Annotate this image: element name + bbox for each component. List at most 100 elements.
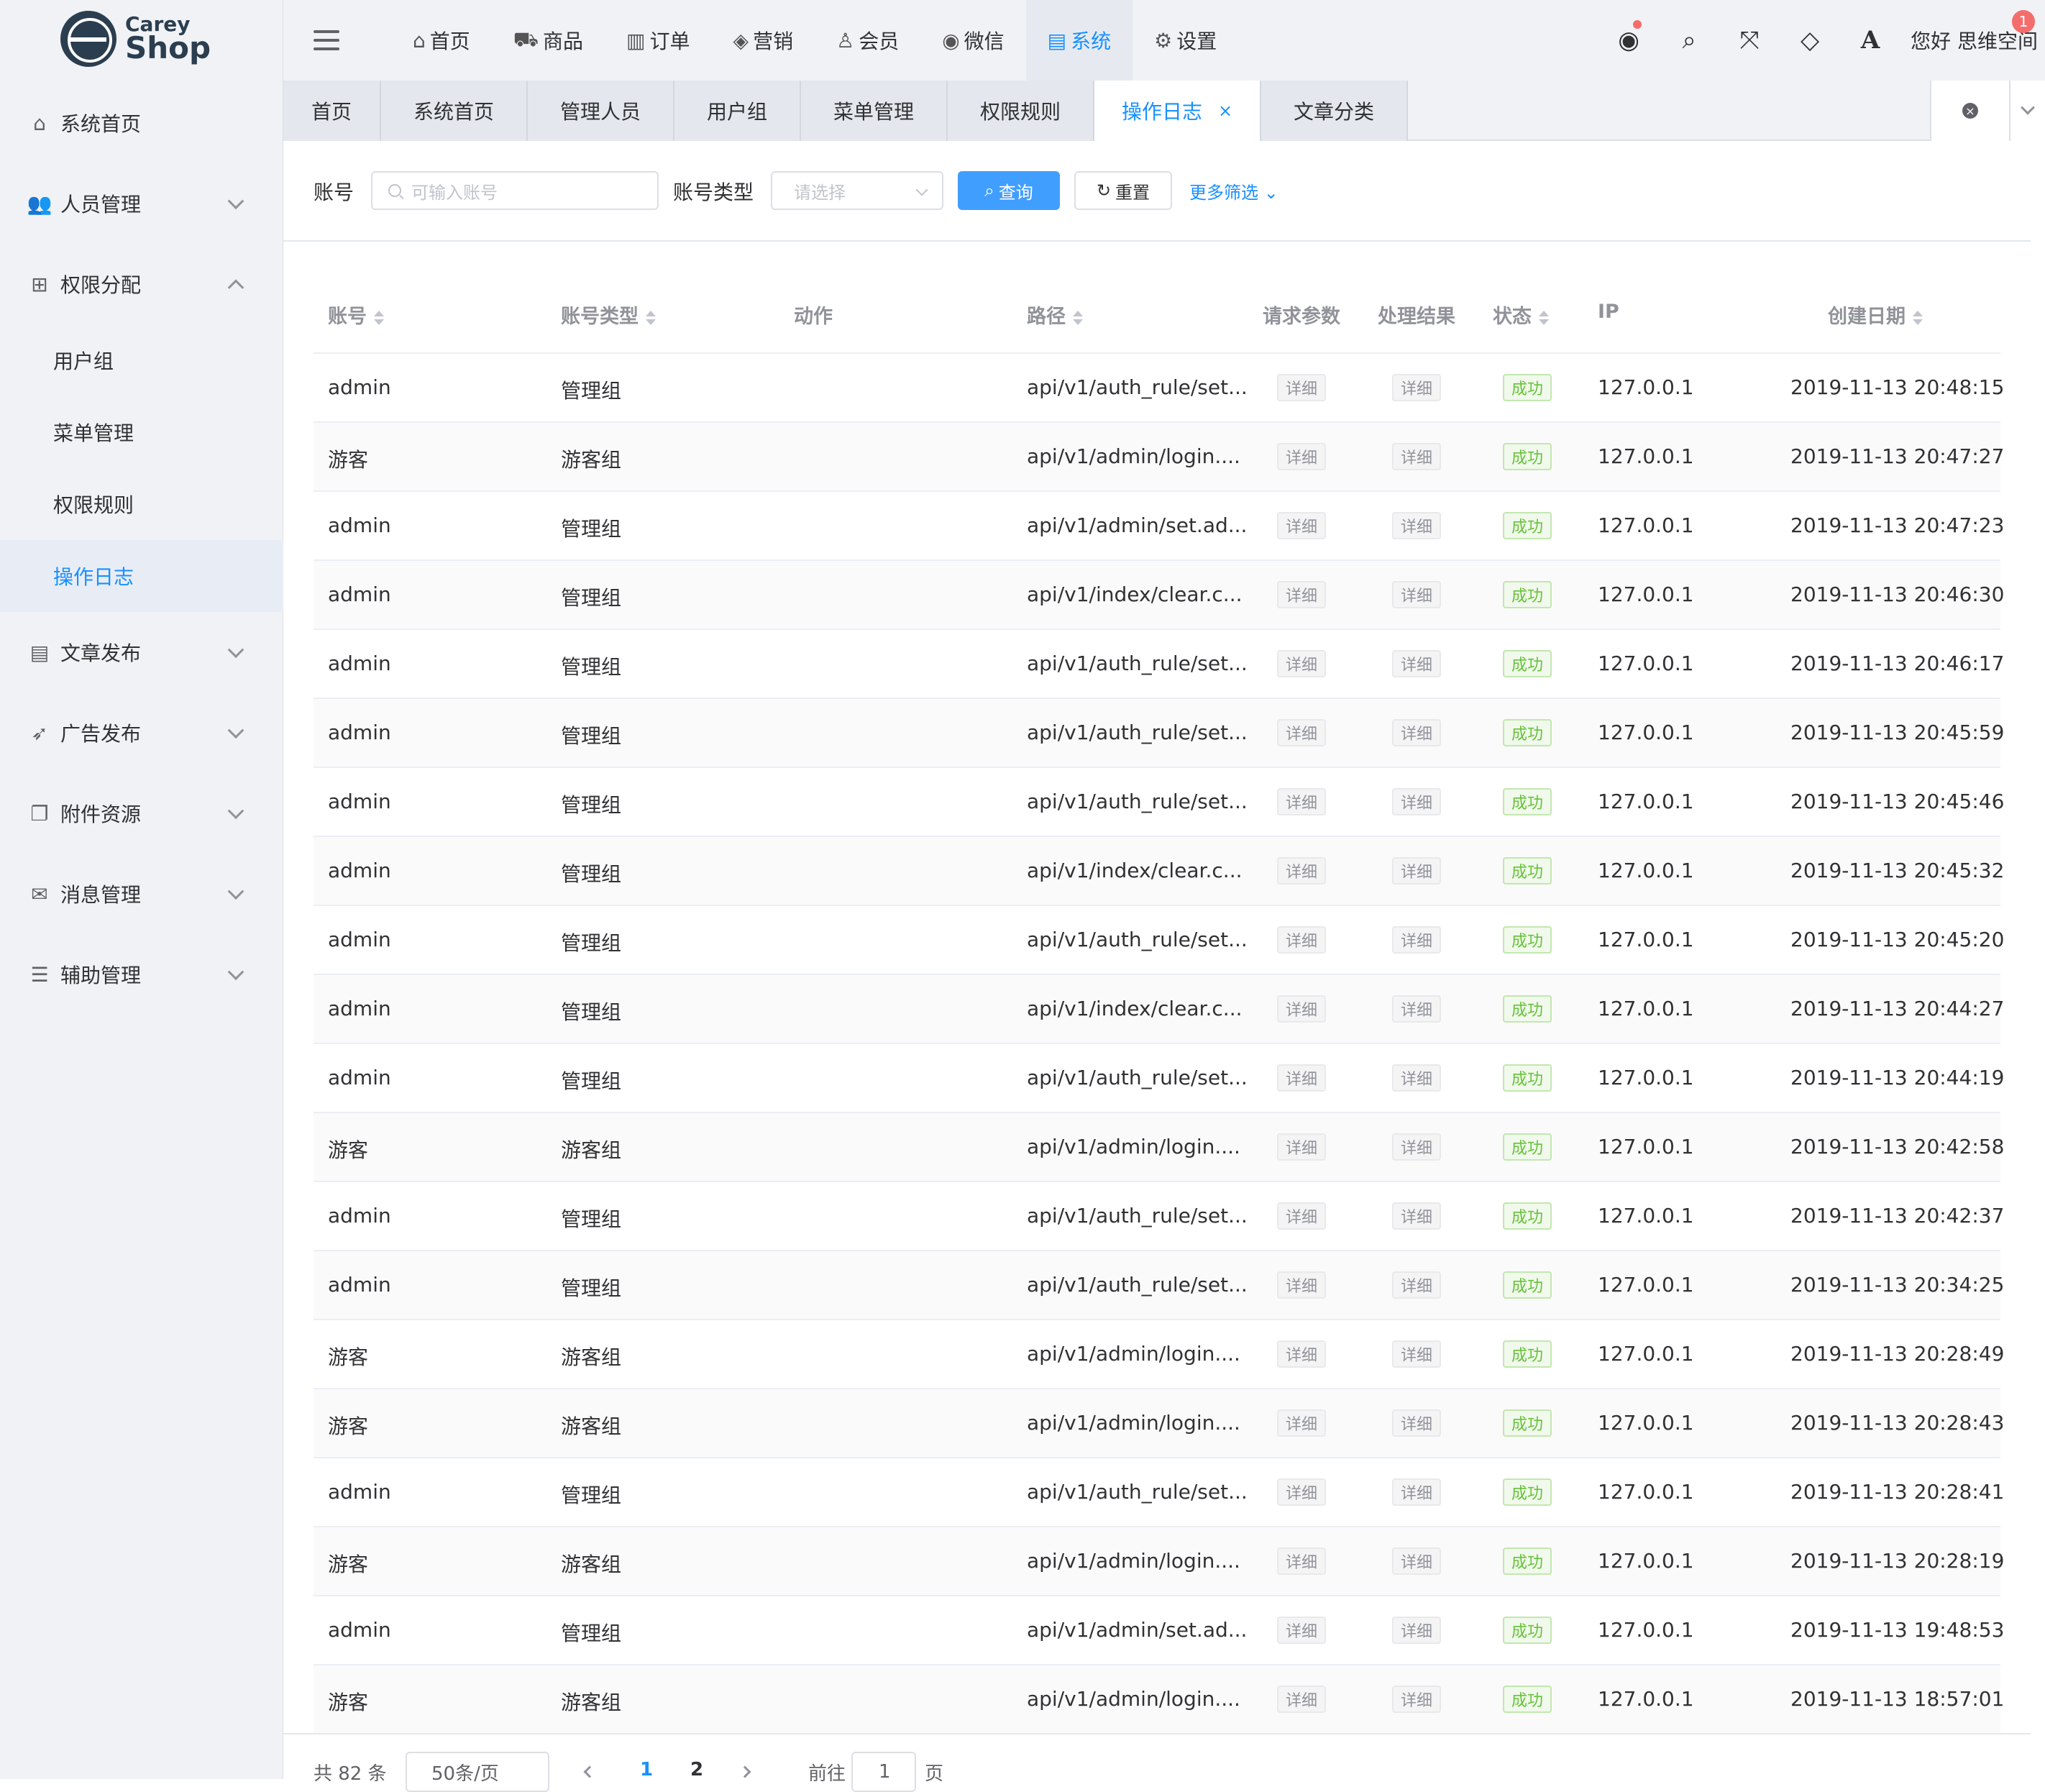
sidebar-item-permissions[interactable]: ⊞ 权限分配 [0,244,283,324]
result-detail-tag[interactable]: 详细 [1392,857,1442,884]
result-detail-tag[interactable]: 详细 [1392,1133,1442,1161]
sidebar-item-ads[interactable]: ➶ 广告发布 [0,692,283,773]
nav-settings[interactable]: ⚙ 设置 [1133,0,1238,81]
sidebar-item-articles[interactable]: ▤ 文章发布 [0,612,283,692]
tab-menu-management[interactable]: 菜单管理 [801,81,948,141]
result-detail-tag[interactable]: 详细 [1392,1548,1442,1575]
result-detail-tag[interactable]: 详细 [1392,1617,1442,1644]
result-detail-tag[interactable]: 详细 [1392,1478,1442,1506]
account-type-select[interactable]: 请选择 [771,171,943,210]
request-params-detail-tag[interactable]: 详细 [1277,581,1327,608]
sidebar-item-home[interactable]: ⌂ 系统首页 [0,83,283,163]
result-detail-tag[interactable]: 详细 [1392,1064,1442,1092]
request-params-detail-tag[interactable]: 详细 [1277,512,1327,539]
result-detail-tag[interactable]: 详细 [1392,1271,1442,1299]
request-params-detail-tag[interactable]: 详细 [1277,926,1327,954]
close-icon[interactable]: × [1218,101,1232,121]
column-header-created-date[interactable]: 创建日期 [1828,301,1923,329]
tab-system-home[interactable]: 系统首页 [381,81,528,141]
diamond-icon[interactable]: ◇ [1780,0,1840,81]
request-params-detail-tag[interactable]: 详细 [1277,1617,1327,1644]
request-params-detail-tag[interactable]: 详细 [1277,650,1327,677]
result-detail-tag[interactable]: 详细 [1392,374,1442,401]
column-header-action: 动作 [794,306,833,328]
sidebar-subitem-permission-rules[interactable]: 权限规则 [0,468,283,540]
tab-user-groups[interactable]: 用户组 [674,81,801,141]
nav-orders[interactable]: ▥ 订单 [605,0,711,81]
tab-admins[interactable]: 管理人员 [528,81,674,141]
result-detail-tag[interactable]: 详细 [1392,650,1442,677]
request-params-detail-tag[interactable]: 详细 [1277,1202,1327,1230]
request-params-detail-tag[interactable]: 详细 [1277,719,1327,746]
account-search-input[interactable]: 可输入账号 [371,171,659,210]
result-detail-tag[interactable]: 详细 [1392,788,1442,815]
result-detail-tag[interactable]: 详细 [1392,926,1442,954]
reset-button[interactable]: ↻ 重置 [1074,171,1172,210]
result-detail-tag[interactable]: 详细 [1392,1202,1442,1230]
tab-article-categories[interactable]: 文章分类 [1261,81,1408,141]
sidebar-item-messages[interactable]: ✉ 消息管理 [0,854,283,934]
sidebar-subitem-user-groups[interactable]: 用户组 [0,324,283,396]
sidebar-subitem-operation-log[interactable]: 操作日志 [0,540,283,612]
column-header-account[interactable]: 账号 [328,301,384,329]
tab-home[interactable]: 首页 [283,81,381,141]
nav-marketing[interactable]: ◈ 营销 [712,0,815,81]
request-params-detail-tag[interactable]: 详细 [1277,374,1327,401]
column-header-path[interactable]: 路径 [1027,301,1083,329]
page-size-select[interactable]: 50条/页 [406,1752,549,1792]
result-detail-tag[interactable]: 详细 [1392,995,1442,1023]
sort-icon[interactable] [374,310,384,325]
nav-wechat[interactable]: ◉ 微信 [920,0,1025,81]
sidebar-item-auxiliary[interactable]: ☰ 辅助管理 [0,934,283,1015]
result-detail-tag[interactable]: 详细 [1392,443,1442,470]
request-params-detail-tag[interactable]: 详细 [1277,1548,1327,1575]
page-number-1[interactable]: 1 [640,1759,653,1780]
request-params-detail-tag[interactable]: 详细 [1277,1271,1327,1299]
query-button[interactable]: ⌕ 查询 [958,171,1060,210]
prev-page-icon[interactable] [583,1765,596,1778]
notification-dot-icon[interactable]: ◉ [1598,0,1659,81]
page-number-2[interactable]: 2 [690,1759,703,1780]
next-page-icon[interactable] [738,1765,751,1778]
font-size-icon[interactable]: A [1840,0,1900,81]
request-params-detail-tag[interactable]: 详细 [1277,1686,1327,1713]
sort-icon[interactable] [1073,310,1083,325]
result-detail-tag[interactable]: 详细 [1392,1409,1442,1437]
request-params-detail-tag[interactable]: 详细 [1277,1340,1327,1368]
tab-permission-rules[interactable]: 权限规则 [948,81,1094,141]
sidebar-subitem-menu-management[interactable]: 菜单管理 [0,396,283,468]
request-params-detail-tag[interactable]: 详细 [1277,1409,1327,1437]
column-header-account-type[interactable]: 账号类型 [561,301,656,329]
request-params-detail-tag[interactable]: 详细 [1277,1133,1327,1161]
tab-operation-log[interactable]: 操作日志 × [1094,81,1261,141]
logo[interactable]: Carey Shop [60,10,211,68]
result-detail-tag[interactable]: 详细 [1392,719,1442,746]
sidebar-item-attachments[interactable]: ❐ 附件资源 [0,773,283,854]
nav-home[interactable]: ⌂ 首页 [391,0,492,81]
goto-page-input[interactable]: 1 [851,1752,916,1792]
request-params-detail-tag[interactable]: 详细 [1277,1478,1327,1506]
request-params-detail-tag[interactable]: 详细 [1277,788,1327,815]
result-detail-tag[interactable]: 详细 [1392,512,1442,539]
column-header-status[interactable]: 状态 [1493,301,1549,329]
sort-icon[interactable] [646,310,656,325]
sidebar-item-personnel[interactable]: 👥 人员管理 [0,163,283,244]
result-detail-tag[interactable]: 详细 [1392,1340,1442,1368]
nav-members[interactable]: ♙ 会员 [815,0,920,81]
request-params-detail-tag[interactable]: 详细 [1277,443,1327,470]
nav-system[interactable]: ▤ 系统 [1025,0,1133,81]
tab-menu-dropdown[interactable] [2009,81,2045,141]
request-params-detail-tag[interactable]: 详细 [1277,995,1327,1023]
close-all-tabs-button[interactable]: × [1931,81,2009,141]
search-icon[interactable]: ⌕ [1659,0,1719,81]
fullscreen-icon[interactable]: ⤧ [1719,0,1780,81]
request-params-detail-tag[interactable]: 详细 [1277,857,1327,884]
sort-icon[interactable] [1913,310,1923,325]
result-detail-tag[interactable]: 详细 [1392,581,1442,608]
sort-icon[interactable] [1539,310,1549,325]
hamburger-menu-icon[interactable] [314,30,339,50]
request-params-detail-tag[interactable]: 详细 [1277,1064,1327,1092]
more-filters-link[interactable]: 更多筛选 ⌄ [1189,178,1278,204]
result-detail-tag[interactable]: 详细 [1392,1686,1442,1713]
nav-products[interactable]: ⛟ 商品 [492,0,605,81]
